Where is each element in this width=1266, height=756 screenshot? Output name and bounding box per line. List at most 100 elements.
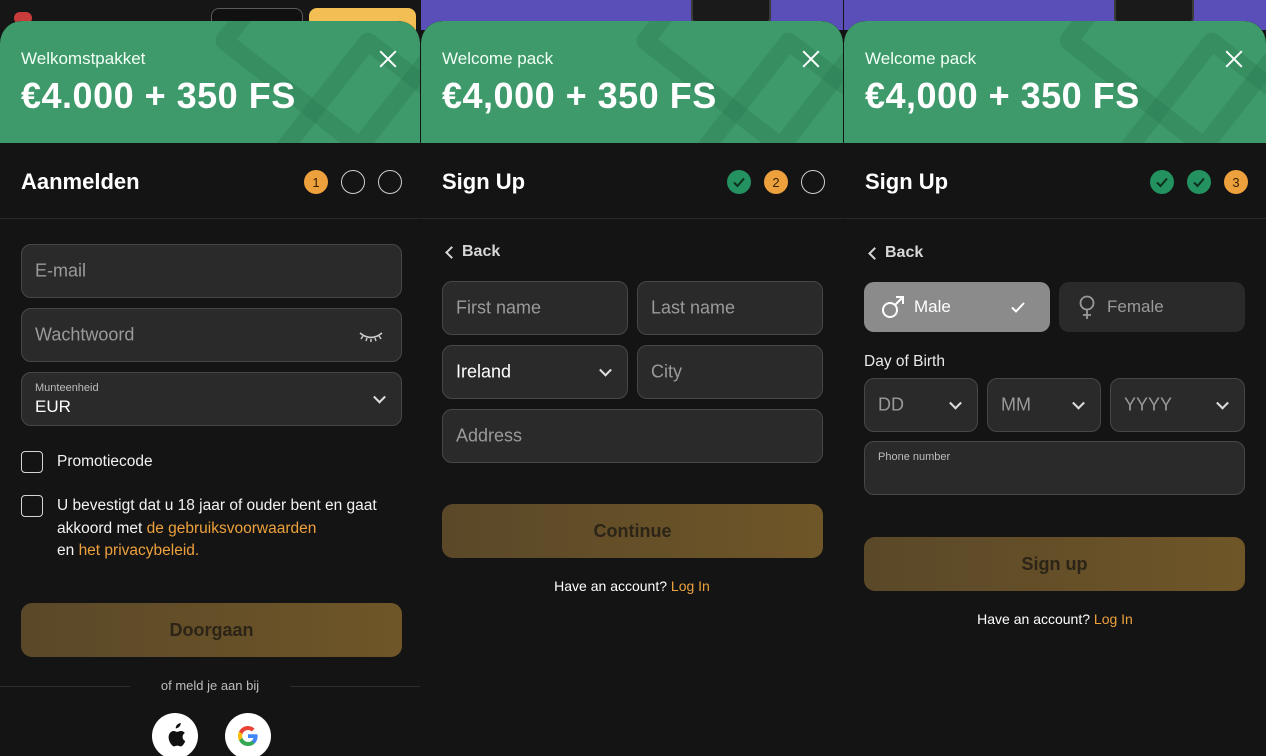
continue-button[interactable]: Continue: [442, 504, 823, 558]
welcome-banner: Welcome pack €4,000 + 350 FS: [421, 21, 843, 143]
terms-text-part-2: en: [57, 542, 75, 559]
address-field[interactable]: Address: [442, 409, 823, 463]
banner-title: €4.000 + 350 FS: [21, 75, 296, 116]
step-indicator: 2: [727, 170, 825, 194]
first-name-field[interactable]: First name: [442, 281, 628, 335]
banner-subtitle: Welkomstpakket: [21, 49, 146, 68]
last-name-field[interactable]: Last name: [637, 281, 823, 335]
signup-button[interactable]: Sign up: [864, 537, 1245, 591]
dob-month-select[interactable]: MM: [987, 378, 1101, 432]
currency-select[interactable]: Munteenheid EUR: [21, 372, 402, 426]
alt-signup-text: of meld je aan bij: [160, 678, 260, 693]
google-icon: [238, 726, 258, 746]
checkmark-icon: [733, 177, 745, 188]
step-1-done: [1150, 170, 1174, 194]
signup-panel-step-1: Welkomstpakket €4.000 + 350 FS Aanmelden…: [0, 0, 420, 756]
close-icon[interactable]: [378, 49, 398, 69]
step-2-pending: [341, 170, 365, 194]
banner-title: €4,000 + 350 FS: [865, 75, 1140, 116]
close-icon[interactable]: [801, 49, 821, 69]
step-indicator: 3: [1150, 170, 1248, 194]
step-1-active: 1: [304, 170, 328, 194]
step-1-done: [727, 170, 751, 194]
have-account-text: Have an account?: [554, 578, 668, 594]
country-value: Ireland: [456, 361, 512, 382]
yyyy-placeholder: YYYY: [1124, 394, 1173, 415]
dd-placeholder: DD: [878, 394, 904, 415]
close-icon[interactable]: [1224, 49, 1244, 69]
checkmark-icon: [1011, 302, 1025, 313]
signup-panel-step-2: Welcome pack €4,000 + 350 FS Sign Up 2 B…: [421, 0, 843, 756]
apple-icon: [168, 723, 186, 747]
promo-checkbox[interactable]: [21, 451, 43, 473]
phone-field[interactable]: Phone number: [864, 441, 1245, 495]
currency-label: Munteenheid: [35, 382, 99, 394]
form-title: Aanmelden: [21, 169, 140, 194]
terms-checkbox[interactable]: [21, 495, 43, 517]
google-signin-button[interactable]: [225, 713, 271, 756]
country-select[interactable]: Ireland: [442, 345, 628, 399]
chevron-down-icon: [949, 396, 962, 410]
first-name-placeholder: First name: [456, 297, 542, 318]
email-placeholder: E-mail: [35, 260, 87, 281]
welcome-banner: Welcome pack €4,000 + 350 FS: [844, 21, 1266, 143]
continue-button[interactable]: Doorgaan: [21, 603, 402, 657]
dob-year-select[interactable]: YYYY: [1110, 378, 1245, 432]
back-button[interactable]: Back: [445, 243, 501, 261]
form-title-row: Sign Up 2: [421, 143, 843, 219]
checkmark-icon: [1193, 177, 1205, 188]
phone-label: Phone number: [878, 451, 951, 463]
city-field[interactable]: City: [637, 345, 823, 399]
address-placeholder: Address: [456, 425, 523, 446]
chevron-left-icon: [868, 246, 881, 260]
terms-text: U bevestigt dat u 18 jaar of ouder bent …: [57, 495, 387, 563]
back-label: Back: [885, 244, 924, 261]
form-title-row: Sign Up 3: [844, 143, 1266, 219]
mm-placeholder: MM: [1001, 394, 1031, 415]
chevron-down-icon: [599, 363, 612, 377]
login-link[interactable]: Log In: [671, 578, 710, 594]
back-button[interactable]: Back: [868, 244, 924, 262]
banner-subtitle: Welcome pack: [442, 49, 554, 68]
have-account-row: Have an account? Log In: [421, 578, 843, 594]
gender-female-option[interactable]: Female: [1059, 282, 1245, 332]
step-3-active: 3: [1224, 170, 1248, 194]
form-title-row: Aanmelden 1: [0, 143, 420, 219]
welcome-banner: Welkomstpakket €4.000 + 350 FS: [0, 21, 420, 143]
password-field[interactable]: Wachtwoord: [21, 308, 402, 362]
step-3-pending: [378, 170, 402, 194]
male-label: Male: [914, 297, 951, 316]
currency-value: EUR: [35, 397, 71, 416]
terms-of-use-link[interactable]: de gebruiksvoorwaarden: [147, 520, 317, 537]
chevron-down-icon: [1072, 396, 1085, 410]
banner-title: €4,000 + 350 FS: [442, 75, 717, 116]
form-title: Sign Up: [865, 169, 949, 194]
gender-male-option[interactable]: Male: [864, 282, 1050, 332]
step-2-active: 2: [764, 170, 788, 194]
chevron-down-icon: [1216, 396, 1229, 410]
signup-panel-step-3: Welcome pack €4,000 + 350 FS Sign Up 3 B…: [844, 0, 1266, 756]
male-symbol-icon: [882, 296, 904, 318]
back-label: Back: [462, 243, 501, 260]
promo-label: Promotiecode: [57, 453, 153, 470]
female-label: Female: [1107, 297, 1164, 316]
banner-subtitle: Welcome pack: [865, 49, 977, 68]
login-link[interactable]: Log In: [1094, 611, 1133, 627]
dob-day-select[interactable]: DD: [864, 378, 978, 432]
have-account-row: Have an account? Log In: [844, 611, 1266, 627]
step-2-done: [1187, 170, 1211, 194]
step-indicator: 1: [304, 170, 402, 194]
city-placeholder: City: [651, 361, 682, 382]
have-account-text: Have an account?: [977, 611, 1091, 627]
female-symbol-icon: [1079, 295, 1095, 319]
last-name-placeholder: Last name: [651, 297, 736, 318]
eye-closed-icon[interactable]: [359, 331, 383, 343]
apple-signin-button[interactable]: [152, 713, 198, 756]
form-title: Sign Up: [442, 169, 526, 194]
chevron-left-icon: [445, 245, 458, 259]
email-field[interactable]: E-mail: [21, 244, 402, 298]
checkmark-icon: [1156, 177, 1168, 188]
step-3-pending: [801, 170, 825, 194]
password-placeholder: Wachtwoord: [35, 324, 135, 345]
privacy-policy-link[interactable]: het privacybeleid.: [79, 542, 200, 559]
